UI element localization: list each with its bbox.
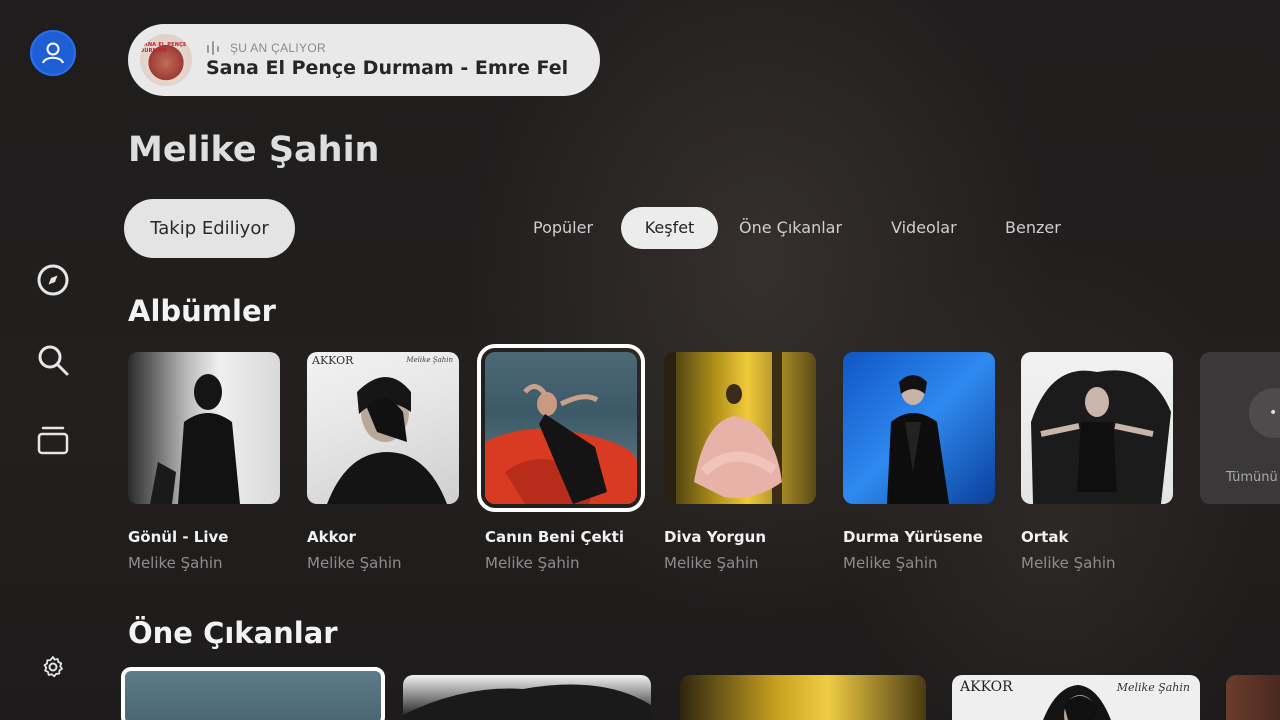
album-title: Gönül - Live	[128, 528, 229, 546]
now-playing-cover: SANA EL PENÇE DURMAM	[140, 34, 192, 86]
search-button[interactable]	[30, 337, 76, 383]
album-artist: Melike Şahin	[485, 554, 580, 572]
settings-icon	[43, 656, 63, 678]
album-artist: Melike Şahin	[307, 554, 402, 572]
album-card[interactable]: Ortak Melike Şahin	[1021, 352, 1173, 572]
album-cover-art	[150, 374, 240, 504]
compass-icon	[37, 264, 69, 296]
album-title: Akkor	[307, 528, 356, 546]
now-playing-status-label: ŞU AN ÇALIYOR	[230, 41, 326, 55]
album-card-focused[interactable]: Canın Beni Çekti Melike Şahin	[477, 344, 645, 572]
featured-card[interactable]	[403, 675, 651, 720]
side-navigation	[0, 0, 108, 720]
album-card[interactable]: Gönül - Live Melike Şahin	[128, 352, 280, 572]
album-cover	[477, 344, 645, 512]
album-cover-art	[327, 377, 447, 504]
now-playing-info: ŞU AN ÇALIYOR Sana El Pençe Durmam - Emr…	[206, 41, 568, 79]
featured-cover-art	[403, 684, 651, 720]
now-playing-status: ŞU AN ÇALIYOR	[206, 41, 568, 55]
album-card[interactable]: AKKOR Melike Şahin Akkor Melike Şahin	[307, 352, 459, 572]
now-playing-title: Sana El Pençe Durmam - Emre Fel	[206, 57, 569, 79]
album-cover-art	[485, 384, 637, 504]
search-icon	[38, 345, 69, 376]
album-artist: Melike Şahin	[843, 554, 938, 572]
album-artist: Melike Şahin	[128, 554, 223, 572]
tab-kesfet[interactable]: Keşfet	[621, 207, 718, 249]
album-title: Diva Yorgun	[664, 528, 766, 546]
more-icon: ••	[1249, 388, 1280, 438]
album-cover: AKKOR Melike Şahin	[307, 352, 459, 504]
album-card[interactable]: Durma Yürüsene Melike Şahin	[843, 352, 995, 572]
tab-benzer[interactable]: Benzer	[1005, 207, 1061, 249]
artist-tabs: Popüler Keşfet Öne Çıkanlar Videolar Ben…	[0, 207, 1280, 249]
see-all-label: Tümünü	[1226, 470, 1278, 485]
featured-card[interactable]: AKKOR Melike Şahin	[952, 675, 1200, 720]
album-artist: Melike Şahin	[664, 554, 759, 572]
profile-avatar-button[interactable]	[30, 30, 76, 76]
settings-button[interactable]	[30, 644, 76, 690]
artist-name: Melike Şahin	[128, 130, 380, 170]
now-playing-card[interactable]: SANA EL PENÇE DURMAM ŞU AN ÇALIYOR Sana …	[128, 24, 600, 96]
tab-one-cikanlar[interactable]: Öne Çıkanlar	[739, 207, 842, 249]
album-artist: Melike Şahin	[1021, 554, 1116, 572]
see-all-albums-button[interactable]: •• Tümünü	[1200, 352, 1280, 504]
album-title: Durma Yürüsene	[843, 528, 983, 546]
featured-cover-art	[1043, 685, 1111, 720]
album-card[interactable]: Diva Yorgun Melike Şahin	[664, 352, 816, 572]
cover-lettering: SANA EL PENÇE DURMAM	[140, 42, 187, 54]
featured-card-focused[interactable]	[121, 667, 385, 720]
album-cover	[1021, 352, 1173, 504]
albums-section-title: Albümler	[128, 294, 276, 328]
album-title: Canın Beni Çekti	[485, 528, 624, 546]
album-title: Ortak	[1021, 528, 1069, 546]
album-cover-art	[887, 375, 949, 504]
library-icon	[37, 426, 69, 455]
featured-card[interactable]	[680, 675, 926, 720]
featured-card[interactable]	[1226, 675, 1280, 720]
tab-videolar[interactable]: Videolar	[891, 207, 957, 249]
album-cover	[843, 352, 995, 504]
album-cover	[664, 352, 816, 504]
user-icon	[42, 42, 64, 64]
featured-section-title: Öne Çıkanlar	[128, 616, 338, 650]
library-button[interactable]	[30, 417, 76, 463]
album-cover-art	[1031, 370, 1171, 504]
explore-button[interactable]	[30, 257, 76, 303]
equalizer-icon	[207, 41, 219, 55]
album-cover	[128, 352, 280, 504]
album-cover-art	[664, 352, 782, 504]
tab-populer[interactable]: Popüler	[533, 207, 593, 249]
